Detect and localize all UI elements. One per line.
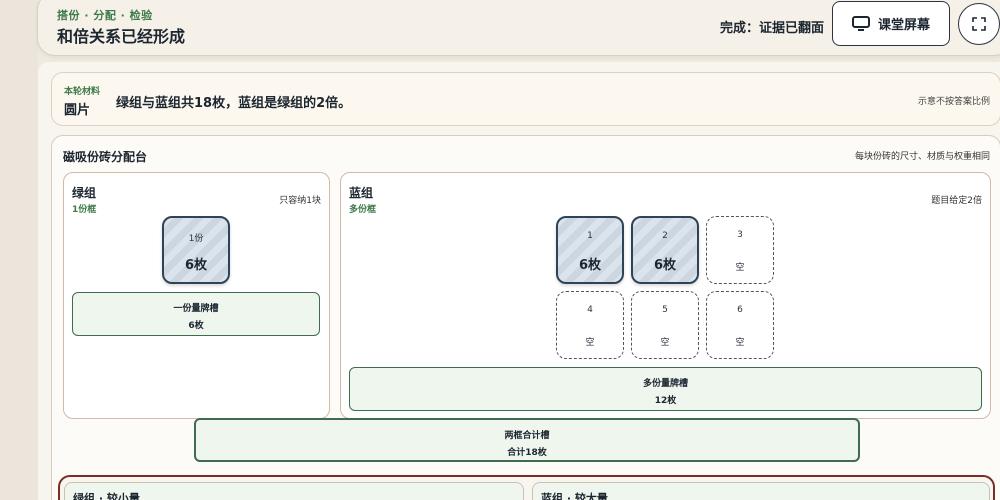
tile-value: 空 bbox=[660, 338, 670, 348]
distribution-board: 磁吸份砖分配台 每块份砖的尺寸、材质与权重相同 绿组 1份框 只容纳1块 1份 … bbox=[51, 135, 1000, 500]
comparison-blue-label: 蓝组 · 较大量 bbox=[541, 492, 608, 500]
header-subtitle: 搭份 · 分配 · 检验 bbox=[57, 9, 153, 22]
material-note: 示意不按答案比例 bbox=[917, 97, 990, 107]
blue-tile-3[interactable]: 3 空 bbox=[706, 216, 774, 284]
green-slot[interactable]: 一份量牌槽 6枚 bbox=[72, 292, 320, 336]
green-tile[interactable]: 1份 6枚 bbox=[162, 216, 230, 284]
tile-value: 6枚 bbox=[578, 258, 602, 273]
page-title: 和倍关系已经形成 bbox=[57, 27, 186, 46]
blue-frame-note: 题目给定2倍 bbox=[931, 196, 982, 206]
total-slot-title: 两框合计槽 bbox=[504, 431, 550, 441]
tile-value: 6枚 bbox=[653, 258, 677, 273]
tile-number: 6 bbox=[737, 305, 743, 315]
board-note: 每块份砖的尺寸、材质与权重相同 bbox=[854, 152, 990, 162]
tile-value: 空 bbox=[585, 338, 595, 348]
tile-number: 2 bbox=[662, 231, 668, 241]
status-text: 完成：证据已翻面 bbox=[720, 21, 825, 36]
blue-frame: 蓝组 多份框 题目给定2倍 1 6枚 2 6枚 3 空 4 空 5 空 6 空 … bbox=[340, 172, 991, 419]
board-title: 磁吸份砖分配台 bbox=[63, 150, 148, 164]
blue-frame-type: 多份框 bbox=[349, 205, 377, 215]
total-slot-value: 合计18枚 bbox=[507, 448, 547, 458]
tile-value: 6枚 bbox=[184, 258, 208, 273]
green-slot-title: 一份量牌槽 bbox=[173, 304, 219, 314]
monitor-icon bbox=[851, 15, 870, 31]
tile-number: 1份 bbox=[188, 234, 204, 244]
header-bar: 搭份 · 分配 · 检验 和倍关系已经形成 完成：证据已翻面 课堂屏幕 bbox=[37, 0, 1000, 56]
tile-value: 空 bbox=[735, 338, 745, 348]
fullscreen-icon bbox=[972, 17, 986, 31]
tile-number: 4 bbox=[587, 305, 593, 315]
comparison-blue[interactable]: 蓝组 · 较大量 bbox=[532, 482, 990, 500]
tile-number: 3 bbox=[737, 230, 743, 240]
blue-tile-6[interactable]: 6 空 bbox=[706, 291, 774, 359]
comparison-panel: 绿组 · 较小量 蓝组 · 较大量 bbox=[58, 475, 995, 500]
material-name: 圆片 bbox=[64, 103, 91, 118]
blue-tile-1[interactable]: 1 6枚 bbox=[556, 216, 624, 284]
left-rail bbox=[0, 0, 38, 500]
tile-number: 5 bbox=[662, 305, 668, 315]
material-panel: 本轮材料 圆片 绿组与蓝组共18枚，蓝组是绿组的2倍。 示意不按答案比例 bbox=[51, 72, 1000, 126]
blue-tile-4[interactable]: 4 空 bbox=[556, 291, 624, 359]
tile-value: 空 bbox=[735, 263, 745, 273]
blue-slot-value: 12枚 bbox=[654, 396, 677, 406]
green-frame-type: 1份框 bbox=[72, 205, 97, 215]
total-slot[interactable]: 两框合计槽 合计18枚 bbox=[194, 418, 860, 462]
classroom-screen-label: 课堂屏幕 bbox=[877, 18, 930, 33]
blue-tile-2[interactable]: 2 6枚 bbox=[631, 216, 699, 284]
tile-number: 1 bbox=[587, 231, 593, 241]
green-frame-note: 只容纳1块 bbox=[279, 196, 321, 206]
green-frame-name: 绿组 bbox=[72, 186, 97, 200]
material-label: 本轮材料 bbox=[64, 87, 101, 97]
blue-frame-name: 蓝组 bbox=[349, 186, 374, 200]
fullscreen-button[interactable] bbox=[958, 3, 1000, 45]
green-frame: 绿组 1份框 只容纳1块 1份 6枚 一份量牌槽 6枚 bbox=[63, 172, 330, 419]
blue-slot-title: 多份量牌槽 bbox=[642, 379, 688, 389]
comparison-green[interactable]: 绿组 · 较小量 bbox=[64, 482, 524, 500]
comparison-green-label: 绿组 · 较小量 bbox=[73, 492, 140, 500]
problem-statement: 绿组与蓝组共18枚，蓝组是绿组的2倍。 bbox=[116, 96, 352, 111]
main-content: 本轮材料 圆片 绿组与蓝组共18枚，蓝组是绿组的2倍。 示意不按答案比例 磁吸份… bbox=[38, 62, 1000, 500]
classroom-screen-button[interactable]: 课堂屏幕 bbox=[832, 1, 950, 46]
blue-tile-5[interactable]: 5 空 bbox=[631, 291, 699, 359]
blue-slot[interactable]: 多份量牌槽 12枚 bbox=[349, 367, 982, 411]
green-slot-value: 6枚 bbox=[188, 321, 204, 331]
